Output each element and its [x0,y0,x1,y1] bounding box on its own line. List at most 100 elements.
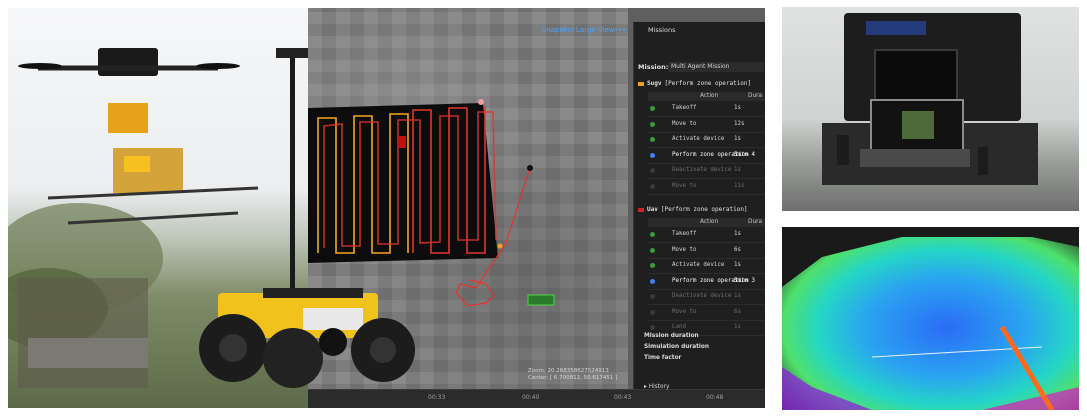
map-thumbnail [902,111,934,139]
control-station-photo [782,7,1079,211]
table-row[interactable]: Deactivate device 1s [648,290,765,305]
snapshot-button[interactable]: Snapshot [542,26,575,34]
timeline-bar[interactable]: 00:33 00:40 00:43 00:48 [308,389,765,408]
duration-cell: 12s [734,120,745,127]
action-cell: Land [672,324,686,330]
table-row[interactable]: Takeoff 1s [648,228,765,243]
status-dot-icon [650,106,655,111]
action-cell: Deactivate device [672,293,732,299]
action-cell: Move to [672,246,697,253]
large-view-button[interactable]: Large View [576,26,615,34]
group-operation: [Perform zone operation] [660,206,748,213]
action-cell: Move to [672,120,697,127]
duration-cell: 1s [734,231,741,237]
column-header-duration: Dura [748,93,763,99]
mission-duration-label: Mission duration [644,333,699,339]
missions-panel: Missions Mission: Multi Agent Mission Su… [633,22,765,390]
duration-cell: 6s [734,246,741,253]
status-dot-icon [650,309,655,315]
column-header-action: Action [700,93,719,99]
composite-figure: Snapshot Large View ••• Zoom: 20.2683586… [8,8,765,408]
action-cell: Move to [672,182,697,189]
solar-panel [866,21,926,35]
duration-cell: 5min 4 [734,151,755,158]
duration-cell: 1s [734,262,741,268]
group-operation: [Perform zone operation] [664,80,752,87]
action-cell: Takeoff [672,231,697,237]
drone-graphic [18,48,259,225]
table-row[interactable]: Activate device 1s [648,259,765,274]
map-toolbar: Snapshot Large View ••• [308,26,628,42]
table-row[interactable]: Move to 6s [648,244,765,259]
laptop-screen [870,99,964,155]
status-dot-icon [650,168,655,173]
duration-cell: 11s [734,182,745,189]
status-dot-icon [650,263,655,268]
timeline-tick: 00:33 [428,394,446,401]
mission-select[interactable]: Multi Agent Mission [668,62,764,72]
status-dot-icon [650,232,655,237]
status-dot-icon [650,137,655,142]
action-cell: Takeoff [672,105,697,111]
timeline-tick: 00:40 [522,394,540,401]
duration-cell: 1s [734,167,741,173]
monitor-screen [874,49,958,101]
ugv-marker [527,294,555,306]
mission-selector-row: Mission: Multi Agent Mission [638,62,764,72]
action-cell: Activate device [672,136,725,142]
group-color-swatch [638,81,644,86]
duration-cell: 1s [734,324,741,330]
more-icon[interactable]: ••• [614,26,626,34]
table-row[interactable]: Perform zone operation 5min 4 [648,149,765,164]
table-row[interactable]: Activate device 1s [648,133,765,148]
history-toggle[interactable]: ▸ History [644,384,669,390]
map-readout: Zoom: 20.268358627524913 Center: [ 6.700… [528,368,617,382]
status-dot-icon [650,183,655,189]
simulation-duration-label: Simulation duration [644,344,710,350]
missions-title: Missions [648,26,676,34]
group-color-swatch [638,207,644,212]
action-cell: Move to [672,308,697,315]
mission-label: Mission: [638,63,669,71]
action-cell: Activate device [672,262,725,268]
column-header-duration: Dura [748,219,763,225]
status-dot-icon [650,294,655,299]
table-header: Action Dura [648,218,765,227]
point-cloud-image [782,227,1079,410]
timeline-tick: 00:48 [706,394,724,401]
status-dot-icon [650,278,655,284]
duration-cell: 6s [734,308,741,315]
joystick-right [978,147,988,175]
status-dot-icon [650,325,655,330]
mission-group-header[interactable]: Sugv [Perform zone operation] [638,80,751,87]
timeline-tick: 00:43 [614,394,632,401]
status-dot-icon [650,152,655,158]
table-row[interactable]: Move to 12s [648,118,765,133]
duration-cell: 1s [734,293,741,299]
status-dot-icon [650,247,655,253]
waypoint-marker [527,165,533,171]
zoom-readout: Zoom: 20.268358627524913 [528,368,609,374]
mission-group-header[interactable]: Uav [Perform zone operation] [638,206,748,213]
table-header: Action Dura [648,92,765,101]
table-row[interactable]: Perform zone operation 5min 3 [648,275,765,290]
center-readout: Center: [ 6.700812, 50.617451 ] [528,375,618,381]
group-name: Uav [647,206,658,213]
action-cell: Deactivate device [672,167,732,173]
joystick-left [837,135,849,165]
table-row[interactable]: Takeoff 1s [648,102,765,117]
time-factor-label: Time factor [644,355,682,361]
duration-cell: 5min 3 [734,277,755,284]
group-name: Sugv [647,80,662,87]
laptop-keyboard [860,149,970,167]
column-header-action: Action [700,219,719,225]
table-row[interactable]: Move to 11s [648,180,765,195]
status-dot-icon [650,121,655,127]
table-row[interactable]: Move to 6s [648,306,765,321]
point-cloud-render [782,227,1079,410]
table-row[interactable]: Deactivate device 1s [648,164,765,179]
duration-cell: 1s [734,136,741,142]
uav-marker [398,136,406,148]
duration-cell: 1s [734,105,741,111]
ground-robot-graphic [199,288,415,388]
